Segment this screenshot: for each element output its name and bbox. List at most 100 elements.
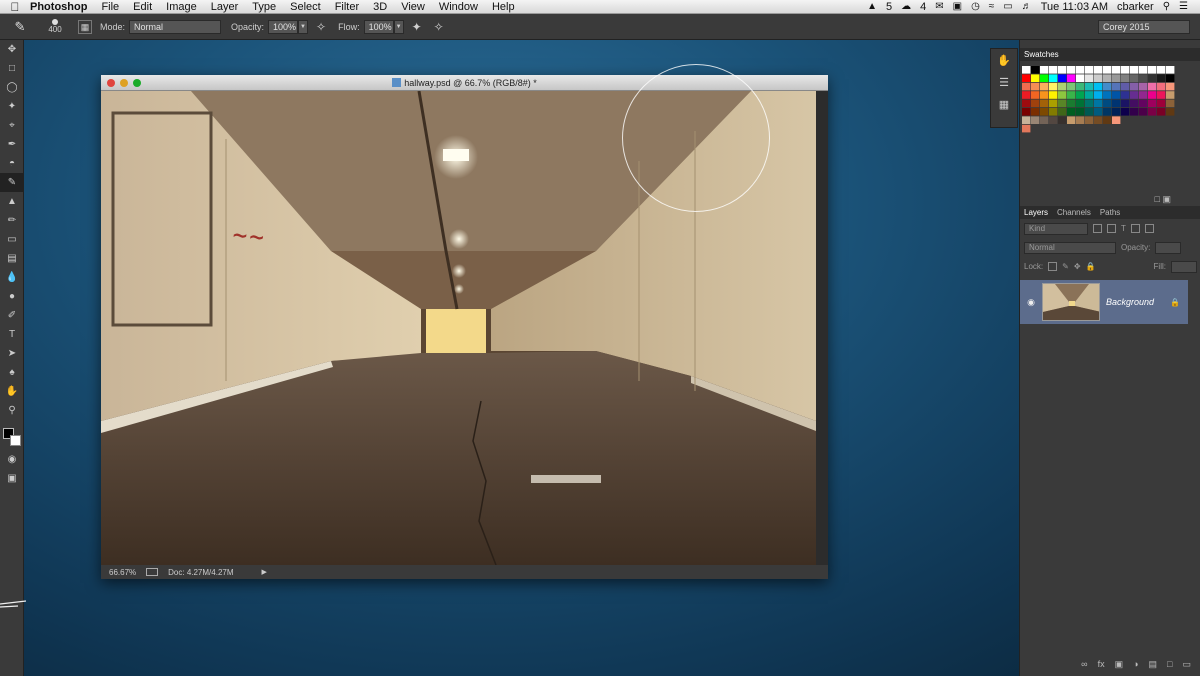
lasso-tool-icon[interactable]: ◯ xyxy=(0,78,24,97)
menu-view[interactable]: View xyxy=(401,1,425,13)
swatch[interactable] xyxy=(1031,66,1040,74)
swatch[interactable] xyxy=(1049,82,1058,91)
swatch[interactable] xyxy=(1067,99,1076,108)
lock-position-icon[interactable]: ✥ xyxy=(1074,262,1081,271)
swatch[interactable] xyxy=(1058,66,1067,74)
shape-tool-icon[interactable]: ♠ xyxy=(0,363,24,382)
zoom-tool-icon[interactable]: ⚲ xyxy=(0,401,24,420)
swatch[interactable] xyxy=(1031,74,1040,82)
notification-icon[interactable]: ☰ xyxy=(1179,1,1188,12)
swatch[interactable] xyxy=(1040,108,1049,116)
swatch[interactable] xyxy=(1139,91,1148,99)
swatch[interactable] xyxy=(1067,82,1076,91)
wifi-icon[interactable]: ≈ xyxy=(989,1,995,12)
swatch[interactable] xyxy=(1049,116,1058,124)
swatch[interactable] xyxy=(1121,66,1130,74)
swatch[interactable] xyxy=(1031,108,1040,116)
swatch[interactable] xyxy=(1067,91,1076,99)
swatch[interactable] xyxy=(1103,82,1112,91)
swatch[interactable] xyxy=(1139,108,1148,116)
swatch[interactable] xyxy=(1148,116,1157,124)
swatch[interactable] xyxy=(1022,124,1031,133)
swatch[interactable] xyxy=(1121,116,1130,124)
swatch[interactable] xyxy=(1085,66,1094,74)
screen-mode-icon[interactable]: ▣ xyxy=(0,469,24,488)
new-swatch-icon[interactable]: □ xyxy=(1155,194,1160,204)
swatch[interactable] xyxy=(1058,99,1067,108)
pressure-size-icon[interactable]: ✧ xyxy=(434,20,444,34)
type-tool-icon[interactable]: T xyxy=(0,325,24,344)
opacity-dropdown-icon[interactable]: ▼ xyxy=(298,19,309,34)
new-layer-icon[interactable]: □ xyxy=(1167,659,1172,669)
swatch[interactable] xyxy=(1067,108,1076,116)
delete-layer-icon[interactable]: ▭ xyxy=(1182,659,1191,670)
menu-3d[interactable]: 3D xyxy=(373,1,387,13)
swatch[interactable] xyxy=(1148,99,1157,108)
swatch[interactable] xyxy=(1139,99,1148,108)
swatch[interactable] xyxy=(1022,91,1031,99)
shape-filter-icon[interactable] xyxy=(1130,224,1140,233)
cloud-icon[interactable]: ☁ xyxy=(901,1,911,12)
menu-help[interactable]: Help xyxy=(492,1,515,13)
type-filter-icon[interactable]: T xyxy=(1121,224,1126,233)
properties-icon[interactable]: ▦ xyxy=(991,93,1017,115)
lock-pixels-icon[interactable]: ✎ xyxy=(1062,262,1069,271)
swatch[interactable] xyxy=(1076,116,1085,124)
swatch[interactable] xyxy=(1085,74,1094,82)
lock-all-icon[interactable]: 🔒 xyxy=(1086,262,1096,271)
swatch[interactable] xyxy=(1040,74,1049,82)
eraser-tool-icon[interactable]: ▭ xyxy=(0,230,24,249)
swatch[interactable] xyxy=(1031,82,1040,91)
quick-mask-icon[interactable]: ◉ xyxy=(0,450,24,469)
swatch[interactable] xyxy=(1058,91,1067,99)
move-tool-icon[interactable]: ✥ xyxy=(0,40,24,59)
swatch[interactable] xyxy=(1112,116,1121,124)
swatch[interactable] xyxy=(1166,82,1175,91)
swatch[interactable] xyxy=(1130,108,1139,116)
swatch[interactable] xyxy=(1121,108,1130,116)
swatch[interactable] xyxy=(1040,91,1049,99)
swatch[interactable] xyxy=(1022,116,1031,124)
tab-paths[interactable]: Paths xyxy=(1100,208,1120,217)
swatch[interactable] xyxy=(1076,99,1085,108)
swatch[interactable] xyxy=(1085,82,1094,91)
add-mask-icon[interactable]: ▣ xyxy=(1115,659,1124,670)
tab-swatches[interactable]: Swatches xyxy=(1024,50,1059,59)
swatch[interactable] xyxy=(1112,74,1121,82)
swatch[interactable] xyxy=(1103,116,1112,124)
swatch[interactable] xyxy=(1022,82,1031,91)
swatch[interactable] xyxy=(1085,108,1094,116)
brush-presets-icon[interactable]: ✋ xyxy=(991,49,1017,71)
blend-mode-select[interactable]: Normal xyxy=(1024,241,1116,254)
brush-panel-toggle-icon[interactable]: ▦ xyxy=(78,19,92,34)
swatch[interactable] xyxy=(1022,99,1031,108)
swatch[interactable] xyxy=(1148,91,1157,99)
swatch[interactable] xyxy=(1148,82,1157,91)
swatch[interactable] xyxy=(1157,99,1166,108)
mail-icon[interactable]: ✉ xyxy=(935,1,943,12)
time-machine-icon[interactable]: ◷ xyxy=(971,1,980,12)
swatch[interactable] xyxy=(1121,99,1130,108)
swatch[interactable] xyxy=(1112,99,1121,108)
swatch[interactable] xyxy=(1067,66,1076,74)
fill-field[interactable] xyxy=(1171,260,1197,273)
swatch[interactable] xyxy=(1130,82,1139,91)
swatch[interactable] xyxy=(1157,74,1166,82)
gradient-tool-icon[interactable]: ▤ xyxy=(0,249,24,268)
swatch[interactable] xyxy=(1130,91,1139,99)
swatch[interactable] xyxy=(1094,91,1103,99)
menu-edit[interactable]: Edit xyxy=(133,1,152,13)
visibility-eye-icon[interactable]: ◉ xyxy=(1020,297,1042,308)
swatch[interactable] xyxy=(1049,66,1058,74)
swatch[interactable] xyxy=(1094,116,1103,124)
share-icon[interactable] xyxy=(146,568,159,576)
swatch[interactable] xyxy=(1031,99,1040,108)
blur-tool-icon[interactable]: 💧 xyxy=(0,268,24,287)
swatch[interactable] xyxy=(1130,74,1139,82)
layer-opacity-field[interactable] xyxy=(1155,241,1182,254)
adjustment-filter-icon[interactable] xyxy=(1107,224,1116,233)
path-selection-tool-icon[interactable]: ➤ xyxy=(0,344,24,363)
menu-filter[interactable]: Filter xyxy=(335,1,359,13)
minimize-window-icon[interactable] xyxy=(120,79,128,87)
layer-name[interactable]: Background xyxy=(1106,297,1154,307)
